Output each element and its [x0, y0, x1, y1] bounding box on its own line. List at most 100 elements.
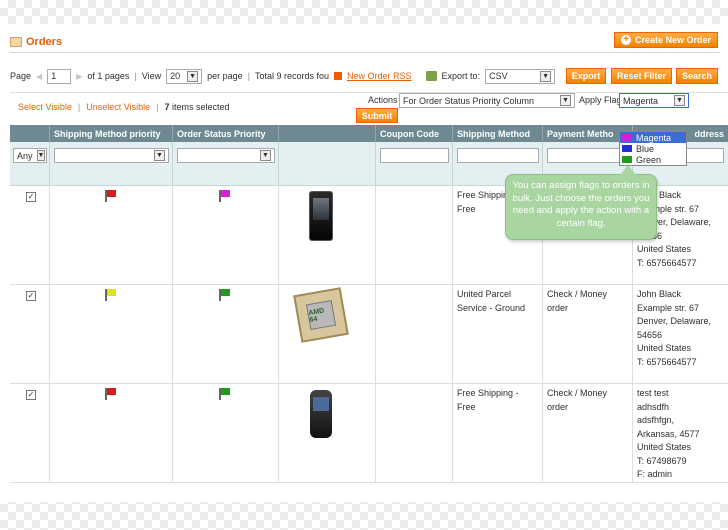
- any-filter-select[interactable]: Any ▼: [13, 148, 47, 163]
- next-page-icon[interactable]: ▶: [76, 72, 82, 81]
- export-button[interactable]: Export: [566, 68, 606, 84]
- shipping-priority-filter[interactable]: ▼: [54, 148, 169, 163]
- address-cell-line: 54656: [637, 329, 663, 340]
- address-cell-line: Denver, Delaware,: [637, 316, 712, 326]
- unselect-visible-link[interactable]: Unselect Visible: [86, 102, 150, 112]
- view-label: View: [141, 71, 162, 81]
- address-cell-line: Arkansas, 4577: [637, 428, 700, 439]
- address-cell-line: Example str. 67: [637, 302, 700, 313]
- address-cell-line: test test: [637, 388, 669, 398]
- cpu-icon: AMD 64: [293, 287, 349, 343]
- export-format-value: CSV: [489, 71, 508, 81]
- submit-button[interactable]: Submit: [356, 108, 398, 123]
- coupon-filter-input[interactable]: [380, 148, 449, 163]
- address-cell-line: United States: [637, 442, 692, 452]
- view-select-value: 20: [170, 71, 181, 81]
- status-priority-filter[interactable]: ▼: [177, 148, 275, 163]
- shipping-method-cell-line: Free Shipping -: [457, 388, 519, 398]
- create-new-order-label: Create New Order: [634, 35, 712, 45]
- any-filter-value: Any: [17, 150, 33, 161]
- address-cell-line: John Black: [637, 289, 682, 299]
- col-status-priority[interactable]: Order Status Priority: [173, 125, 279, 142]
- page-label: Page: [10, 71, 32, 81]
- shipping-method-cell-line: United Parcel: [457, 289, 512, 299]
- plus-icon: +: [620, 35, 631, 45]
- flag-icon[interactable]: [219, 289, 231, 301]
- bulk-flag-tooltip: You can assign flags to orders in bulk. …: [505, 165, 657, 240]
- phone-icon: [309, 191, 333, 241]
- payment-method-cell-line: order: [547, 302, 569, 313]
- apply-flag-select[interactable]: Magenta ▼: [619, 93, 689, 108]
- flag-dropdown: Magenta Blue Green: [619, 131, 687, 166]
- flag-icon[interactable]: [105, 289, 117, 301]
- page-title-text: Orders: [26, 36, 63, 48]
- address-cell-line: United States: [637, 244, 692, 254]
- address-cell: John Black Example str. 67 Denver, Delawar…: [637, 288, 711, 369]
- chevron-down-icon: ▼: [540, 70, 552, 82]
- product-image: [293, 386, 349, 442]
- address-cell-line: T: 6575664577: [637, 356, 697, 367]
- table-row[interactable]: ✓ Free Shipping - Free Check / Money order te…: [10, 384, 728, 483]
- export-format-select[interactable]: CSV ▼: [485, 68, 556, 84]
- payment-method-cell: Check / Money order: [547, 387, 607, 414]
- address-cell-line: United States: [637, 343, 692, 353]
- col-shipping-method[interactable]: Shipping Method: [453, 125, 543, 142]
- address-cell-line: T: 67498679: [637, 455, 687, 466]
- create-new-order-button[interactable]: + Create New Order: [614, 32, 718, 48]
- total-records-text: Total 9 records fou: [254, 71, 330, 81]
- actions-select-value: For Order Status Priority Column: [403, 95, 535, 106]
- pager-bar: Page ◀ 1 ▶ of 1 pages | View 20 ▼ per pa…: [10, 68, 556, 84]
- orders-icon: [10, 37, 22, 47]
- shipping-method-cell-line: Service - Ground: [457, 302, 526, 313]
- title-divider: [10, 52, 720, 53]
- per-page-text: per page: [207, 71, 243, 81]
- shipping-method-cell: Free Shipping - Free: [457, 387, 519, 414]
- select-visible-link[interactable]: Select Visible: [18, 102, 72, 112]
- shipping-method-cell-line: Free: [457, 401, 476, 412]
- address-cell-line: adsfhfgn,: [637, 415, 675, 425]
- chevron-down-icon: ▼: [36, 150, 46, 161]
- shipping-method-filter-input[interactable]: [457, 148, 539, 163]
- actions-select[interactable]: For Order Status Priority Column ▼: [399, 93, 575, 108]
- flag-icon[interactable]: [219, 388, 231, 400]
- flag-color-swatch: [622, 156, 632, 163]
- chevron-down-icon: ▼: [260, 150, 271, 161]
- chevron-down-icon: ▼: [154, 150, 165, 161]
- flag-icon[interactable]: [219, 190, 231, 202]
- col-shipping-priority[interactable]: Shipping Method priority: [50, 125, 173, 142]
- flag-option-0[interactable]: Magenta: [620, 132, 686, 143]
- chevron-down-icon: ▼: [187, 70, 199, 82]
- address-cell-line: T: 6575664577: [637, 257, 697, 268]
- search-button[interactable]: Search: [676, 68, 718, 84]
- product-image: [293, 188, 349, 244]
- row-checkbox[interactable]: ✓: [26, 390, 36, 400]
- address-cell-line: F: admin: [637, 469, 673, 479]
- flag-option-1[interactable]: Blue: [620, 143, 686, 154]
- prev-page-icon[interactable]: ◀: [36, 72, 42, 81]
- col-select: [10, 125, 50, 142]
- row-checkbox[interactable]: ✓: [26, 192, 36, 202]
- col-coupon[interactable]: Coupon Code: [376, 125, 453, 142]
- payment-method-cell-line: Check / Money: [547, 289, 608, 299]
- page-input[interactable]: 1: [47, 68, 72, 84]
- orders-page: Orders + Create New Order Page ◀ 1 ▶ of …: [0, 24, 728, 502]
- flag-color-swatch: [622, 145, 632, 152]
- reset-filter-button[interactable]: Reset Filter: [611, 68, 672, 84]
- flag-icon[interactable]: [105, 190, 117, 202]
- payment-method-cell-line: Check / Money: [547, 388, 608, 398]
- payment-method-cell-line: order: [547, 401, 569, 412]
- flag-option-2[interactable]: Green: [620, 154, 686, 165]
- payment-method-cell: Check / Money order: [547, 288, 607, 315]
- table-row[interactable]: ✓ AMD 64 United Parcel Service - Ground Chec…: [10, 285, 728, 384]
- chevron-down-icon: ▼: [560, 95, 571, 106]
- chevron-down-icon: ▼: [674, 95, 685, 106]
- payment-method-filter-input[interactable]: [547, 148, 629, 163]
- row-checkbox[interactable]: ✓: [26, 291, 36, 301]
- flag-icon[interactable]: [105, 388, 117, 400]
- flag-option-label: Magenta: [636, 132, 672, 143]
- address-cell-line: adhsdfh: [637, 401, 670, 412]
- new-order-rss-link[interactable]: New Order RSS: [347, 71, 412, 81]
- view-select[interactable]: 20 ▼: [166, 68, 203, 84]
- apply-flag-label: Apply Flag: [579, 95, 622, 105]
- product-image: AMD 64: [293, 287, 349, 343]
